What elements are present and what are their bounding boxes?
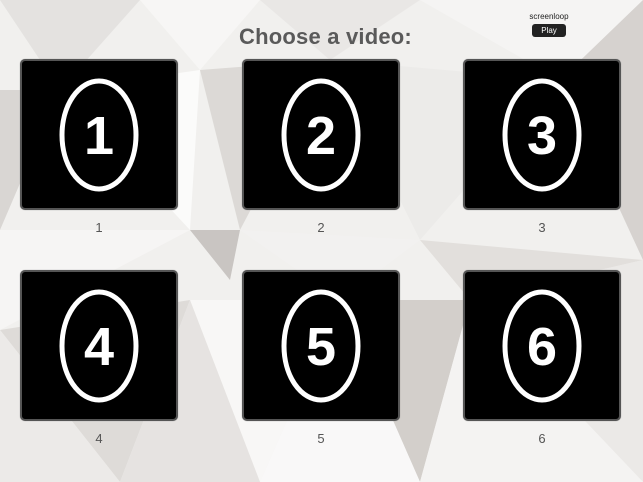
video-number: 6 [527,317,557,377]
brand-label: screenloop [529,12,569,21]
video-tile-1[interactable]: 1 [20,59,178,210]
video-tile-4[interactable]: 4 [20,270,178,421]
video-number: 2 [306,106,336,166]
video-tile-2[interactable]: 2 [242,59,400,210]
brand-block: screenloop Play [529,12,569,37]
video-number: 1 [84,106,114,166]
video-number: 4 [84,317,114,377]
video-caption-4: 4 [95,431,103,446]
video-tile-5[interactable]: 5 [242,270,400,421]
play-button[interactable]: Play [532,24,566,37]
video-caption-1: 1 [95,220,103,235]
video-tile-3[interactable]: 3 [463,59,621,210]
numbered-circle-icon: 4 [59,289,139,403]
numbered-circle-icon: 3 [502,78,582,192]
video-tile-6[interactable]: 6 [463,270,621,421]
numbered-circle-icon: 5 [281,289,361,403]
video-number: 5 [306,317,336,377]
video-caption-3: 3 [538,220,546,235]
video-number: 3 [527,106,557,166]
numbered-circle-icon: 6 [502,289,582,403]
video-caption-5: 5 [317,431,325,446]
video-caption-6: 6 [538,431,546,446]
numbered-circle-icon: 1 [59,78,139,192]
numbered-circle-icon: 2 [281,78,361,192]
video-caption-2: 2 [317,220,325,235]
